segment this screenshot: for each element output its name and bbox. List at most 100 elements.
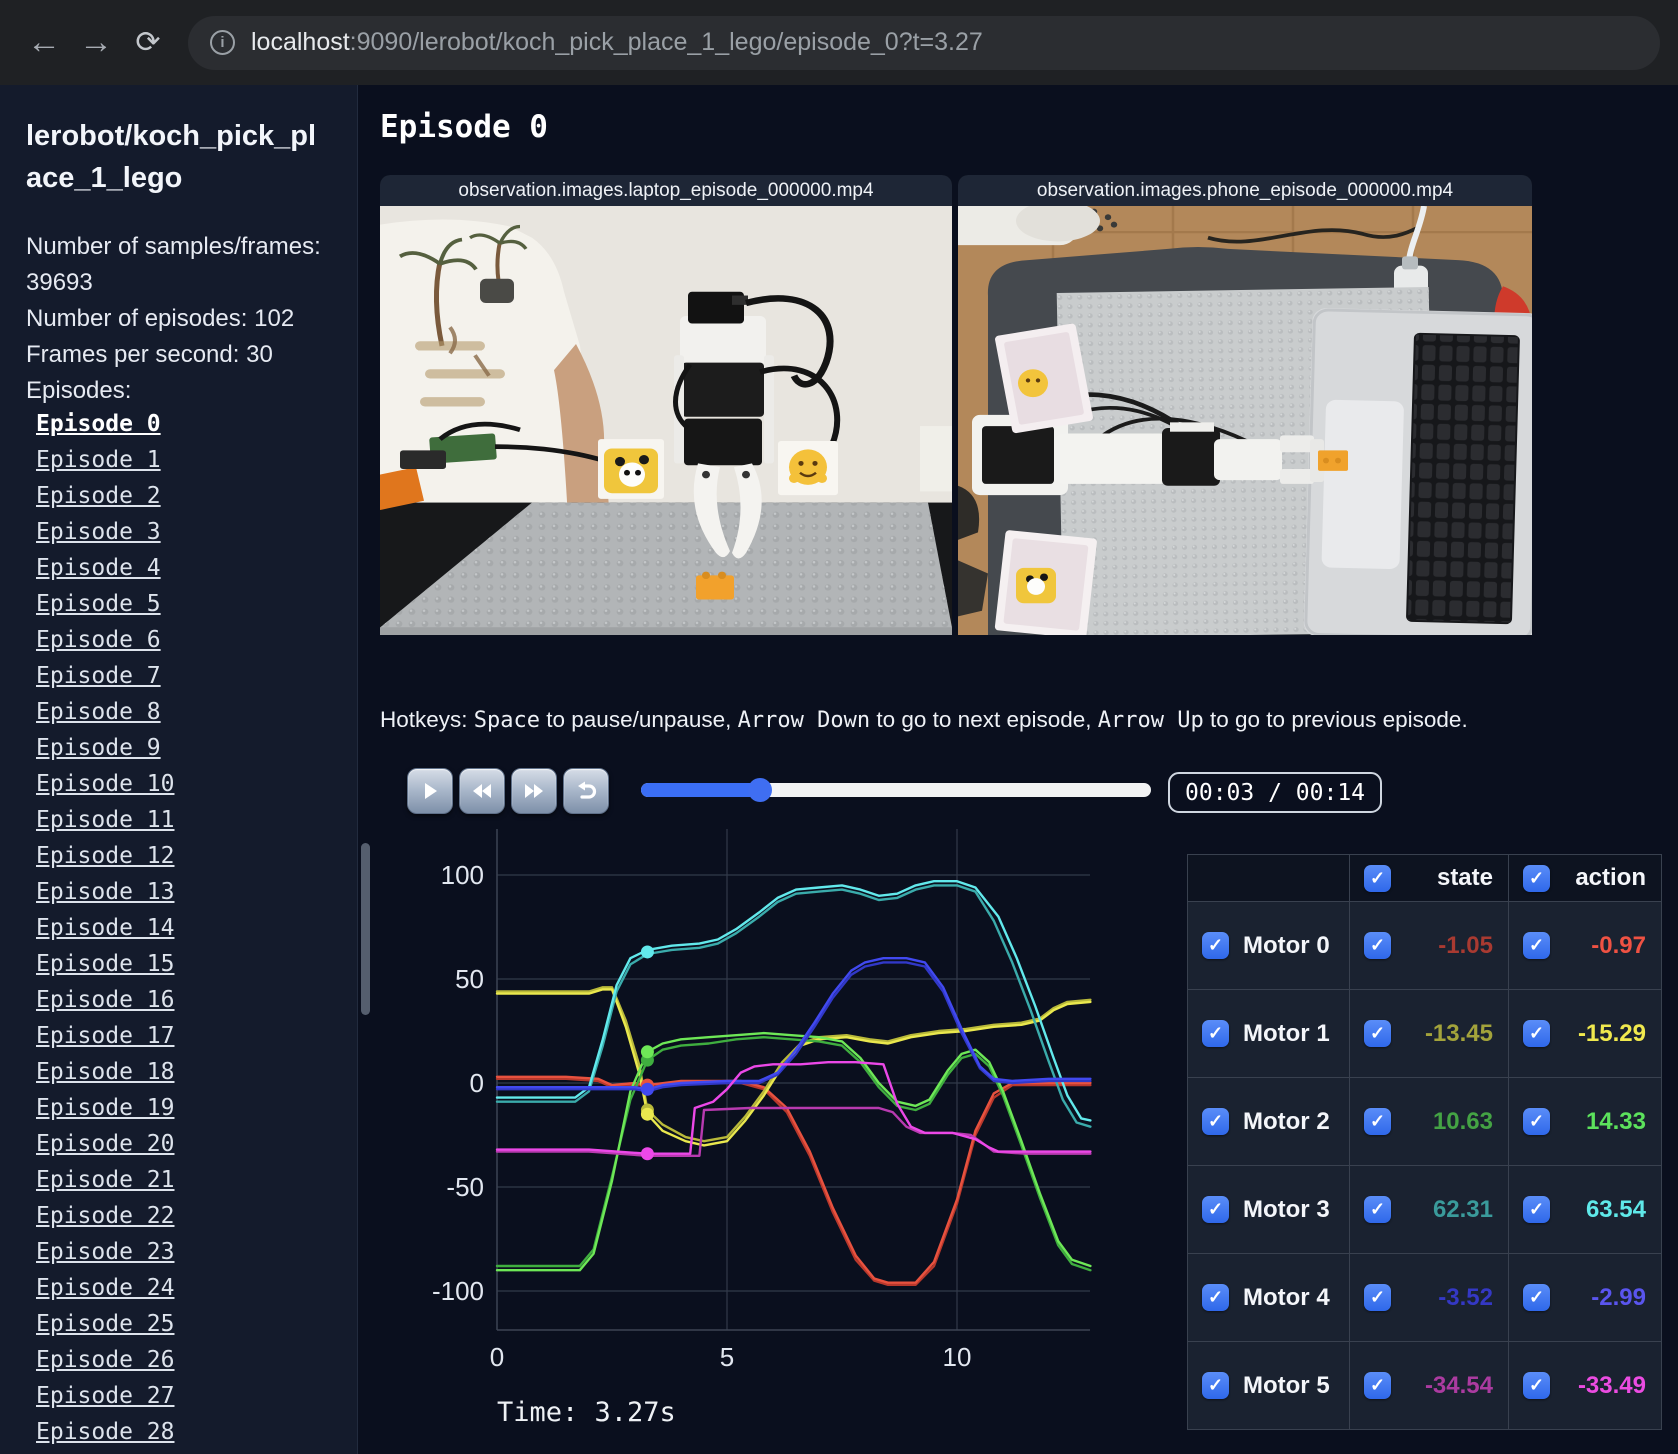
chart-series-motor-0-state — [495, 1077, 1092, 1286]
motor-row: Motor 0 -1.05 -0.97 — [1187, 901, 1662, 990]
main-content: Episode 0 observation.images.laptop_epis… — [358, 85, 1678, 1454]
state-value: -3.52 — [1438, 1283, 1493, 1311]
sidebar-episode-link[interactable]: Episode 9 — [36, 735, 337, 761]
video-phone-camera: observation.images.phone_episode_000000.… — [958, 175, 1532, 635]
sidebar-episode-link[interactable]: Episode 3 — [36, 519, 337, 545]
action-value: -15.29 — [1577, 1019, 1646, 1047]
stat-line: Number of episodes: 102 — [26, 305, 295, 333]
seek-slider-fill — [641, 783, 761, 797]
checkbox-icon[interactable] — [1523, 1372, 1550, 1399]
forward-arrow-icon: → — [79, 23, 113, 61]
sidebar-episode-link[interactable]: Episode 0 — [36, 411, 337, 437]
checkbox-icon[interactable] — [1202, 1284, 1229, 1311]
checkbox-icon[interactable] — [1364, 1020, 1391, 1047]
sidebar-episode-link[interactable]: Episode 6 — [36, 627, 337, 653]
laptop — [1303, 308, 1532, 635]
checkbox-icon[interactable] — [1523, 1020, 1550, 1047]
page-info-icon[interactable] — [210, 30, 235, 55]
sidebar-episode-link[interactable]: Episode 12 — [36, 843, 337, 869]
back-arrow-icon: ← — [27, 23, 61, 61]
sidebar-episode-link[interactable]: Episode 27 — [36, 1383, 337, 1409]
action-value: -33.49 — [1577, 1371, 1646, 1399]
sidebar-episode-link[interactable]: Episode 26 — [36, 1347, 337, 1373]
sidebar-episode-link[interactable]: Episode 28 — [36, 1419, 337, 1445]
current-time-marker — [640, 945, 654, 959]
state-value: -13.45 — [1424, 1019, 1493, 1047]
sidebar-episode-link[interactable]: Episode 13 — [36, 879, 337, 905]
y-tick-label: 0 — [470, 1068, 484, 1098]
motors-table: state action Motor 0 -1.05 -0.97 Motor 1… — [1187, 854, 1662, 1430]
scrollbar-thumb[interactable] — [361, 843, 370, 1015]
checkbox-icon[interactable] — [1523, 864, 1550, 892]
checkbox-icon[interactable] — [1202, 1196, 1229, 1223]
x-tick-label: 5 — [720, 1342, 734, 1372]
state-header-cell: state — [1349, 854, 1509, 902]
current-time-marker — [640, 1147, 654, 1161]
motor-row: Motor 2 10.63 14.33 — [1187, 1077, 1662, 1166]
sidebar-episode-link[interactable]: Episode 11 — [36, 807, 337, 833]
state-header-label: state — [1436, 864, 1493, 891]
checkbox-icon[interactable] — [1202, 1372, 1229, 1399]
sidebar-episode-link[interactable]: Episode 22 — [36, 1203, 337, 1229]
sidebar-episode-link[interactable]: Episode 15 — [36, 951, 337, 977]
checkbox-icon[interactable] — [1364, 1284, 1391, 1311]
forward-button[interactable]: → — [70, 17, 122, 69]
reload-button[interactable]: ⟳ — [122, 17, 174, 69]
sidebar-episode-link[interactable]: Episode 18 — [36, 1059, 337, 1085]
back-button[interactable]: ← — [18, 17, 70, 69]
sidebar-episode-link[interactable]: Episode 4 — [36, 555, 337, 581]
sidebar: lerobot/koch_pick_place_1_lego Number of… — [0, 85, 358, 1454]
seek-slider[interactable] — [641, 778, 1151, 802]
panda-box — [598, 439, 664, 499]
checkbox-icon[interactable] — [1202, 1108, 1229, 1135]
checkbox-icon[interactable] — [1202, 932, 1229, 959]
motor-label: Motor 4 — [1243, 1283, 1330, 1311]
x-tick-label: 0 — [490, 1342, 504, 1372]
sidebar-episode-link[interactable]: Episode 21 — [36, 1167, 337, 1193]
seek-slider-thumb[interactable] — [748, 778, 773, 802]
checkbox-icon[interactable] — [1523, 1284, 1550, 1311]
sidebar-episode-link[interactable]: Episode 2 — [36, 483, 337, 509]
video-caption-phone: observation.images.phone_episode_000000.… — [958, 175, 1532, 206]
action-value: 63.54 — [1585, 1195, 1646, 1223]
sidebar-episode-link[interactable]: Episode 10 — [36, 771, 337, 797]
checkbox-icon[interactable] — [1364, 864, 1391, 892]
state-value: -1.05 — [1438, 931, 1493, 959]
laptop-camera-frame — [380, 206, 952, 635]
sidebar-episode-link[interactable]: Episode 16 — [36, 987, 337, 1013]
url-bar[interactable]: localhost:9090/lerobot/koch_pick_place_1… — [188, 15, 1660, 70]
sidebar-episode-link[interactable]: Episode 5 — [36, 591, 337, 617]
checkbox-icon[interactable] — [1523, 1108, 1550, 1135]
checkbox-icon[interactable] — [1523, 932, 1550, 959]
checkbox-icon[interactable] — [1364, 1372, 1391, 1399]
checkbox-icon[interactable] — [1364, 932, 1391, 959]
sidebar-episode-link[interactable]: Episode 1 — [36, 447, 337, 473]
sidebar-episode-link[interactable]: Episode 24 — [36, 1275, 337, 1301]
sidebar-episode-link[interactable]: Episode 8 — [36, 699, 337, 725]
orange-lego-brick — [696, 571, 734, 600]
sidebar-episode-link[interactable]: Episode 20 — [36, 1131, 337, 1157]
motor-chart[interactable]: 100 50 0 -50 -100 0 5 10 — [380, 800, 1092, 1378]
action-value: 14.33 — [1585, 1107, 1646, 1135]
sidebar-episode-link[interactable]: Episode 17 — [36, 1023, 337, 1049]
sidebar-episode-link[interactable]: Episode 25 — [36, 1311, 337, 1337]
browser-toolbar: ← → ⟳ localhost:9090/lerobot/koch_pick_p… — [0, 0, 1678, 85]
hotkeys-text: Hotkeys: Space to pause/unpause, Arrow D… — [380, 707, 1468, 733]
motor-row: Motor 5 -34.54 -33.49 — [1187, 1341, 1662, 1430]
state-value: 62.31 — [1432, 1195, 1493, 1223]
action-header-cell: action — [1508, 854, 1662, 902]
sidebar-episode-link[interactable]: Episode 19 — [36, 1095, 337, 1121]
sidebar-episode-link[interactable]: Episode 7 — [36, 663, 337, 689]
sidebar-episode-link[interactable]: Episode 14 — [36, 915, 337, 941]
hotkeys-segment: Arrow Up — [1097, 708, 1204, 733]
checkbox-icon[interactable] — [1364, 1196, 1391, 1223]
checkbox-icon[interactable] — [1202, 1020, 1229, 1047]
sidebar-episode-link[interactable]: Episode 23 — [36, 1239, 337, 1265]
motor-label: Motor 1 — [1243, 1019, 1330, 1047]
y-tick-label: -100 — [432, 1276, 484, 1306]
motor-label: Motor 0 — [1243, 931, 1330, 959]
checkbox-icon[interactable] — [1364, 1108, 1391, 1135]
checkbox-icon[interactable] — [1523, 1196, 1550, 1223]
orange-lego-brick-top — [1318, 450, 1348, 471]
action-header-label: action — [1575, 864, 1646, 891]
